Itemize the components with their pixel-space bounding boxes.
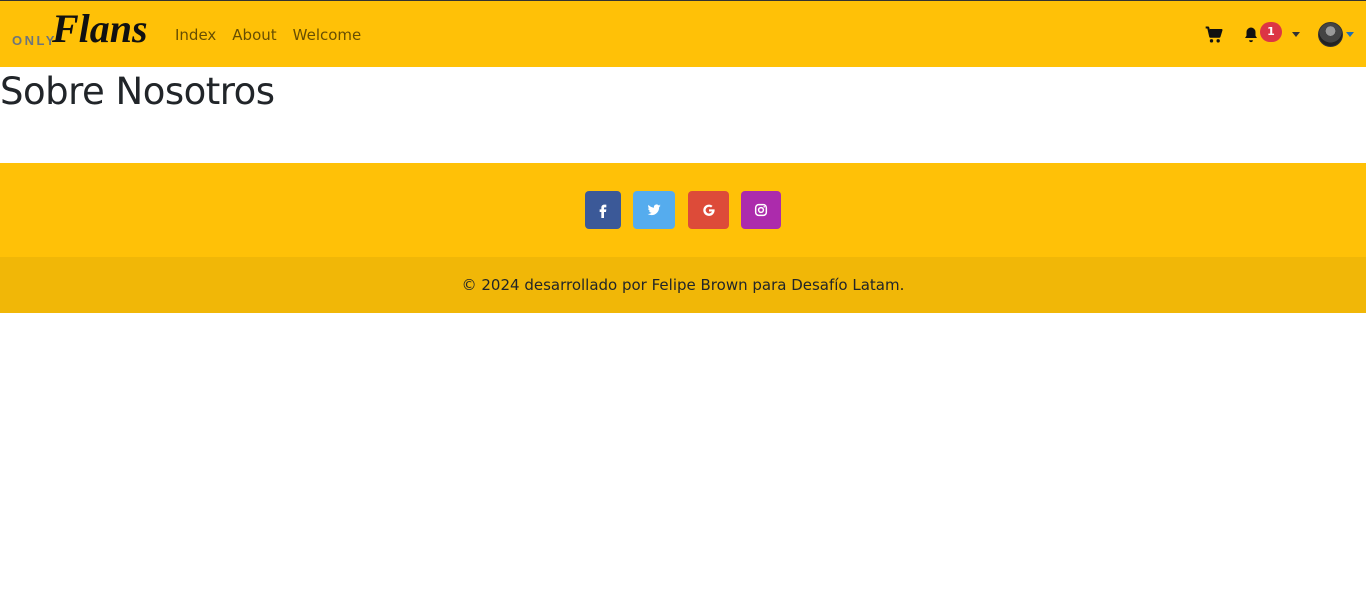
user-dropdown[interactable] (1318, 22, 1354, 47)
google-icon (702, 204, 715, 216)
brand-logo[interactable]: ONLY Flans (12, 6, 154, 55)
twitter-button[interactable] (633, 191, 675, 229)
footer-copyright: © 2024 desarrollado por Felipe Brown par… (0, 257, 1366, 313)
cart-icon[interactable] (1204, 25, 1224, 45)
footer-social (0, 163, 1366, 257)
notification-badge: 1 (1260, 21, 1282, 42)
chevron-down-icon (1346, 32, 1354, 37)
nav-link-index[interactable]: Index (175, 26, 216, 44)
avatar (1318, 22, 1343, 47)
twitter-icon (647, 204, 661, 216)
notifications-dropdown[interactable]: 1 (1242, 21, 1300, 44)
nav-links: Index About Welcome (175, 1, 377, 68)
bell-icon (1245, 27, 1257, 42)
nav-right: 1 (1204, 1, 1354, 68)
brand-script-text: Flans (52, 6, 148, 51)
facebook-button[interactable] (585, 191, 621, 229)
chevron-down-icon (1292, 32, 1300, 37)
facebook-icon (599, 204, 607, 218)
instagram-icon (754, 203, 768, 217)
google-button[interactable] (688, 191, 729, 229)
instagram-button[interactable] (741, 191, 781, 229)
navbar: ONLY Flans Index About Welcome 1 (0, 0, 1366, 67)
copyright-text: © 2024 desarrollado por Felipe Brown par… (461, 276, 905, 294)
brand-small-text: ONLY (12, 33, 57, 48)
nav-link-about[interactable]: About (232, 26, 276, 44)
nav-link-welcome[interactable]: Welcome (293, 26, 362, 44)
page-title: Sobre Nosotros (0, 70, 275, 113)
